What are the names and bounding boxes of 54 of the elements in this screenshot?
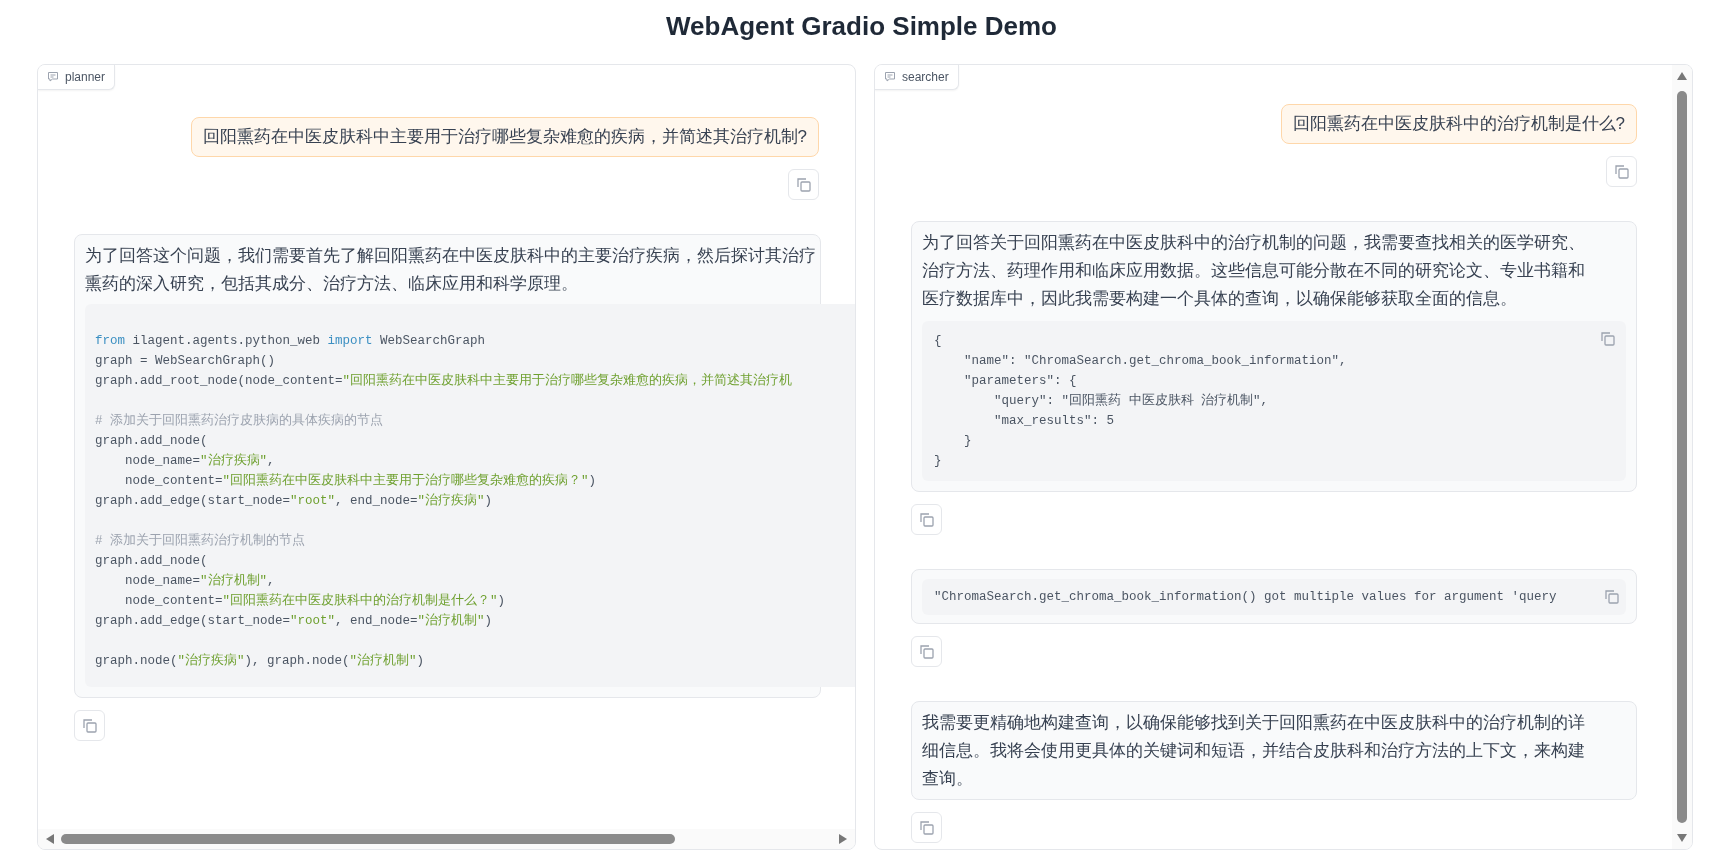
scroll-left-icon[interactable] [45, 833, 55, 845]
copy-icon [918, 819, 935, 836]
code-line: "max_results": 5 [993, 413, 1115, 430]
code-line: graph.add_root_node(node_content="回阳熏药在中医皮肤科中主要用于治疗哪些复杂难愈的疾病，并简述其治疗机 [95, 372, 793, 390]
message-text: 为了回答这个问题，我们需要首先了解回阳熏药在中医皮肤科中的主要治疗疾病，然后探讨其治疗 熏药的深入研究，包括其成分、治疗方法、临床应用和科学原理。 [85, 245, 816, 295]
code-line: "parameters": { [963, 373, 1077, 390]
chat-icon [884, 71, 896, 83]
message-text: 为了回答关于回阳熏药在中医皮肤科中的治疗机制的问题，我需要查找相关的医学研究、 治疗方法、药理作用和临床应用数据。这些信息可能分散在不同的研究论文、专业书籍和 医疗数据库中，因此我需要构建一个具体的查询，以确保能够获取全面的信息。 [922, 232, 1585, 310]
copy-button[interactable] [1606, 156, 1637, 187]
code-line: { [934, 333, 942, 350]
scroll-up-icon[interactable] [1676, 71, 1688, 81]
scrollbar-thumb[interactable] [61, 834, 675, 844]
scrollbar-thumb[interactable] [1677, 91, 1687, 823]
code-line: } [934, 453, 942, 470]
code-line: graph.add_edge(start_node="root", end_node="治疗疾病") [95, 492, 493, 510]
copy-icon [1604, 589, 1620, 605]
code-line: "query": "回阳熏药 中医皮肤科 治疗机制", [993, 392, 1269, 410]
code-line: "name": "ChromaSearch.get_chroma_book_information", [963, 353, 1347, 370]
code-comment: # 添加关于回阳熏药治疗机制的节点 [95, 532, 305, 550]
code-line: graph.node("治疗疾病"), graph.node("治疗机制") [95, 652, 425, 670]
copy-button[interactable] [911, 504, 942, 535]
error-text: "ChromaSearch.get_chroma_book_information() got multiple values for argument 'query [934, 589, 1557, 606]
code-line: node_content="回阳熏药在中医皮肤科中的治疗机制是什么？") [124, 592, 506, 610]
code-line: from ilagent.agents.python_web import WebSearchGraph [95, 333, 486, 350]
scroll-down-icon[interactable] [1676, 833, 1688, 843]
copy-button[interactable] [911, 636, 942, 667]
copy-icon [81, 717, 98, 734]
panel-label-text: planner [65, 70, 106, 84]
copy-button[interactable] [788, 169, 819, 200]
copy-button[interactable] [74, 710, 105, 741]
code-line: } [963, 433, 972, 450]
message-text: 回阳熏药在中医皮肤科中的治疗机制是什么? [1292, 113, 1625, 135]
scroll-right-icon[interactable] [838, 833, 848, 845]
panel-label-text: searcher [902, 70, 949, 84]
copy-button[interactable] [911, 812, 942, 843]
copy-icon [1613, 163, 1630, 180]
message-text: 我需要更精确地构建查询，以确保能够找到关于回阳熏药在中医皮肤科中的治疗机制的详 细信息。我将会使用更具体的关键词和短语，并结合皮肤科和治疗方法的上下文，来构建 查询。 [922, 712, 1585, 790]
copy-icon [1600, 331, 1616, 347]
copy-icon [918, 511, 935, 528]
page-title: WebAgent Gradio Simple Demo [665, 10, 1058, 43]
code-line: graph = WebSearchGraph() [95, 353, 276, 370]
copy-button[interactable] [1600, 331, 1616, 347]
code-line: graph.add_edge(start_node="root", end_node="治疗机制") [95, 612, 493, 630]
chat-icon [47, 71, 59, 83]
copy-button[interactable] [1604, 589, 1620, 605]
code-line: graph.add_node( [95, 553, 208, 570]
copy-icon [795, 176, 812, 193]
message-text: 回阳熏药在中医皮肤科中主要用于治疗哪些复杂难愈的疾病，并简述其治疗机制? [202, 126, 807, 148]
code-line: node_content="回阳熏药在中医皮肤科中主要用于治疗哪些复杂难愈的疾病？") [124, 472, 597, 490]
code-line: node_name="治疗疾病", [124, 452, 275, 470]
code-comment: # 添加关于回阳熏药治疗皮肤病的具体疾病的节点 [95, 412, 383, 430]
code-line: node_name="治疗机制", [124, 572, 275, 590]
code-line: graph.add_node( [95, 433, 208, 450]
copy-icon [918, 643, 935, 660]
